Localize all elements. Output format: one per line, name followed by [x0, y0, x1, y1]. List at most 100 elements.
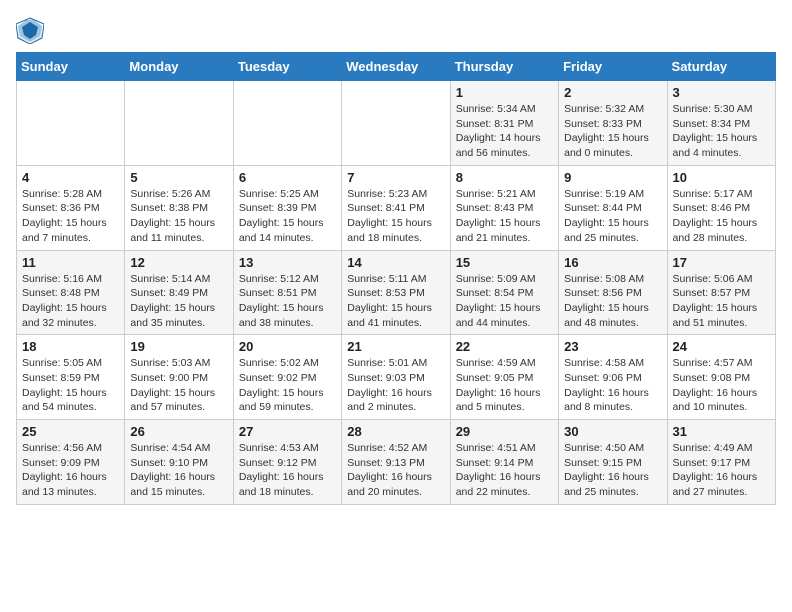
day-of-week-header: Monday [125, 53, 233, 81]
day-info: Sunrise: 4:57 AMSunset: 9:08 PMDaylight:… [673, 356, 770, 415]
day-info: Sunrise: 4:50 AMSunset: 9:15 PMDaylight:… [564, 441, 661, 500]
calendar-cell: 3 Sunrise: 5:30 AMSunset: 8:34 PMDaylight… [667, 81, 775, 166]
day-number: 10 [673, 170, 770, 185]
day-number: 31 [673, 424, 770, 439]
calendar-cell: 2Sunrise: 5:32 AMSunset: 8:33 PMDaylight… [559, 81, 667, 166]
day-info: Sunrise: 5:28 AMSunset: 8:36 PMDaylight:… [22, 187, 119, 246]
calendar-cell: 19Sunrise: 5:03 AMSunset: 9:00 PMDayligh… [125, 335, 233, 420]
calendar-cell: 9 Sunrise: 5:19 AMSunset: 8:44 PMDaylight… [559, 165, 667, 250]
calendar-cell: 13 Sunrise: 5:12 AMSunset: 8:51 PMDayligh… [233, 250, 341, 335]
day-number: 9 [564, 170, 661, 185]
calendar-cell: 22 Sunrise: 4:59 AMSunset: 9:05 PMDayligh… [450, 335, 558, 420]
day-number: 26 [130, 424, 227, 439]
day-number: 8 [456, 170, 553, 185]
calendar-cell: 31 Sunrise: 4:49 AMSunset: 9:17 PMDayligh… [667, 420, 775, 505]
day-number: 23 [564, 339, 661, 354]
day-number: 18 [22, 339, 119, 354]
calendar-cell: 23 Sunrise: 4:58 AMSunset: 9:06 PMDayligh… [559, 335, 667, 420]
day-number: 25 [22, 424, 119, 439]
day-info: Sunrise: 5:06 AMSunset: 8:57 PMDaylight:… [673, 272, 770, 331]
day-info: Sunrise: 5:01 AMSunset: 9:03 PMDaylight:… [347, 356, 444, 415]
day-info: Sunrise: 5:19 AMSunset: 8:44 PMDaylight:… [564, 187, 661, 246]
day-number: 27 [239, 424, 336, 439]
day-number: 12 [130, 255, 227, 270]
day-info: Sunrise: 5:23 AMSunset: 8:41 PMDaylight:… [347, 187, 444, 246]
calendar-cell: 7 Sunrise: 5:23 AMSunset: 8:41 PMDaylight… [342, 165, 450, 250]
day-number: 17 [673, 255, 770, 270]
calendar-cell: 28 Sunrise: 4:52 AMSunset: 9:13 PMDayligh… [342, 420, 450, 505]
calendar-cell: 29 Sunrise: 4:51 AMSunset: 9:14 PMDayligh… [450, 420, 558, 505]
day-info: Sunrise: 4:53 AMSunset: 9:12 PMDaylight:… [239, 441, 336, 500]
calendar-week-row: 4Sunrise: 5:28 AMSunset: 8:36 PMDaylight… [17, 165, 776, 250]
day-info: Sunrise: 5:17 AMSunset: 8:46 PMDaylight:… [673, 187, 770, 246]
day-number: 30 [564, 424, 661, 439]
day-number: 24 [673, 339, 770, 354]
calendar-cell [233, 81, 341, 166]
day-number: 1 [456, 85, 553, 100]
calendar-cell: 30 Sunrise: 4:50 AMSunset: 9:15 PMDayligh… [559, 420, 667, 505]
day-info: Sunrise: 5:12 AMSunset: 8:51 PMDaylight:… [239, 272, 336, 331]
day-number: 16 [564, 255, 661, 270]
day-info: Sunrise: 5:30 AMSunset: 8:34 PMDaylight:… [673, 102, 770, 161]
calendar-cell: 12Sunrise: 5:14 AMSunset: 8:49 PMDayligh… [125, 250, 233, 335]
day-number: 28 [347, 424, 444, 439]
calendar-cell [17, 81, 125, 166]
day-info: Sunrise: 4:59 AMSunset: 9:05 PMDaylight:… [456, 356, 553, 415]
day-number: 13 [239, 255, 336, 270]
calendar-cell [125, 81, 233, 166]
day-info: Sunrise: 4:52 AMSunset: 9:13 PMDaylight:… [347, 441, 444, 500]
day-info: Sunrise: 4:56 AMSunset: 9:09 PMDaylight:… [22, 441, 119, 500]
day-number: 14 [347, 255, 444, 270]
day-of-week-header: Wednesday [342, 53, 450, 81]
calendar-cell: 21 Sunrise: 5:01 AMSunset: 9:03 PMDayligh… [342, 335, 450, 420]
calendar-cell: 6Sunrise: 5:25 AMSunset: 8:39 PMDaylight… [233, 165, 341, 250]
day-number: 3 [673, 85, 770, 100]
day-info: Sunrise: 5:32 AMSunset: 8:33 PMDaylight:… [564, 102, 661, 161]
day-info: Sunrise: 4:49 AMSunset: 9:17 PMDaylight:… [673, 441, 770, 500]
calendar-header-row: SundayMondayTuesdayWednesdayThursdayFrid… [17, 53, 776, 81]
calendar-week-row: 11Sunrise: 5:16 AMSunset: 8:48 PMDayligh… [17, 250, 776, 335]
logo-icon [16, 16, 44, 44]
calendar-cell: 10 Sunrise: 5:17 AMSunset: 8:46 PMDayligh… [667, 165, 775, 250]
calendar-cell: 20 Sunrise: 5:02 AMSunset: 9:02 PMDayligh… [233, 335, 341, 420]
day-number: 20 [239, 339, 336, 354]
day-number: 29 [456, 424, 553, 439]
day-info: Sunrise: 5:26 AMSunset: 8:38 PMDaylight:… [130, 187, 227, 246]
calendar-cell: 14 Sunrise: 5:11 AMSunset: 8:53 PMDayligh… [342, 250, 450, 335]
day-info: Sunrise: 5:25 AMSunset: 8:39 PMDaylight:… [239, 187, 336, 246]
calendar-cell: 5 Sunrise: 5:26 AMSunset: 8:38 PMDaylight… [125, 165, 233, 250]
day-info: Sunrise: 5:02 AMSunset: 9:02 PMDaylight:… [239, 356, 336, 415]
header [16, 16, 776, 44]
calendar-cell: 17 Sunrise: 5:06 AMSunset: 8:57 PMDayligh… [667, 250, 775, 335]
day-number: 21 [347, 339, 444, 354]
day-info: Sunrise: 5:08 AMSunset: 8:56 PMDaylight:… [564, 272, 661, 331]
day-of-week-header: Sunday [17, 53, 125, 81]
day-info: Sunrise: 5:05 AMSunset: 8:59 PMDaylight:… [22, 356, 119, 415]
day-of-week-header: Tuesday [233, 53, 341, 81]
calendar-week-row: 1 Sunrise: 5:34 AMSunset: 8:31 PMDaylight… [17, 81, 776, 166]
calendar-cell: 26 Sunrise: 4:54 AMSunset: 9:10 PMDayligh… [125, 420, 233, 505]
calendar-table: SundayMondayTuesdayWednesdayThursdayFrid… [16, 52, 776, 505]
day-info: Sunrise: 5:03 AMSunset: 9:00 PMDaylight:… [130, 356, 227, 415]
calendar-week-row: 25 Sunrise: 4:56 AMSunset: 9:09 PMDayligh… [17, 420, 776, 505]
calendar-cell: 11Sunrise: 5:16 AMSunset: 8:48 PMDayligh… [17, 250, 125, 335]
calendar-cell: 24 Sunrise: 4:57 AMSunset: 9:08 PMDayligh… [667, 335, 775, 420]
calendar-cell: 15Sunrise: 5:09 AMSunset: 8:54 PMDayligh… [450, 250, 558, 335]
day-info: Sunrise: 4:58 AMSunset: 9:06 PMDaylight:… [564, 356, 661, 415]
calendar-cell: 16 Sunrise: 5:08 AMSunset: 8:56 PMDayligh… [559, 250, 667, 335]
calendar-cell [342, 81, 450, 166]
day-of-week-header: Saturday [667, 53, 775, 81]
day-info: Sunrise: 5:21 AMSunset: 8:43 PMDaylight:… [456, 187, 553, 246]
day-number: 22 [456, 339, 553, 354]
day-number: 7 [347, 170, 444, 185]
calendar-week-row: 18 Sunrise: 5:05 AMSunset: 8:59 PMDayligh… [17, 335, 776, 420]
day-info: Sunrise: 4:51 AMSunset: 9:14 PMDaylight:… [456, 441, 553, 500]
calendar-cell: 8 Sunrise: 5:21 AMSunset: 8:43 PMDaylight… [450, 165, 558, 250]
day-info: Sunrise: 5:16 AMSunset: 8:48 PMDaylight:… [22, 272, 119, 331]
day-info: Sunrise: 4:54 AMSunset: 9:10 PMDaylight:… [130, 441, 227, 500]
day-number: 15 [456, 255, 553, 270]
day-info: Sunrise: 5:34 AMSunset: 8:31 PMDaylight:… [456, 102, 553, 161]
day-info: Sunrise: 5:11 AMSunset: 8:53 PMDaylight:… [347, 272, 444, 331]
day-of-week-header: Thursday [450, 53, 558, 81]
day-number: 5 [130, 170, 227, 185]
